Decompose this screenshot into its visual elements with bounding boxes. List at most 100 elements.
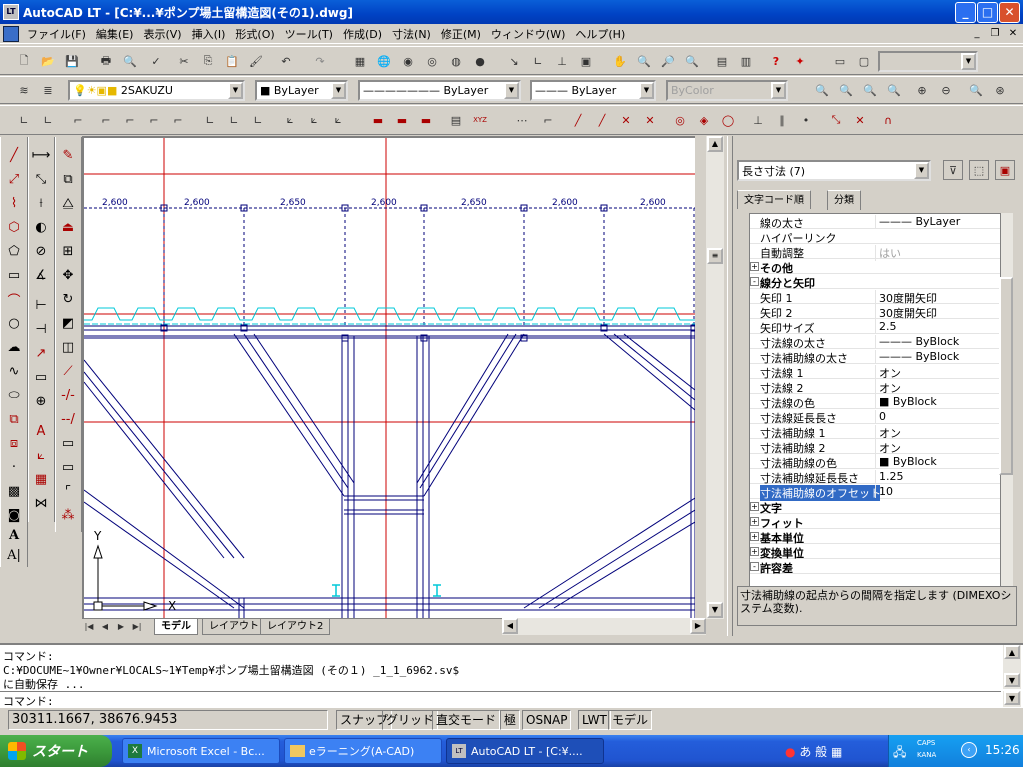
dim-angular-side-icon[interactable]: ∡: [30, 265, 52, 285]
property-value[interactable]: 1.25: [875, 470, 1000, 483]
polar-toggle[interactable]: 極: [500, 710, 521, 730]
menu-insert[interactable]: 挿入(I): [187, 26, 231, 42]
command-window[interactable]: コマンド: C:¥DOCUME~1¥Owner¥LOCALS~1¥Temp¥ポン…: [0, 643, 1023, 710]
property-row[interactable]: 線の太さ ——— ByLayer: [750, 214, 1000, 230]
zoom-scale-icon[interactable]: 🔍: [860, 80, 880, 100]
snap-tangent-icon[interactable]: ◯: [718, 110, 738, 130]
property-category[interactable]: + その他: [750, 259, 1000, 275]
tolerance-side-icon[interactable]: ▭: [30, 367, 52, 387]
property-category[interactable]: + フィット: [750, 514, 1000, 530]
menu-dimension[interactable]: 寸法(N): [387, 26, 436, 42]
dim-linear-icon[interactable]: ∟: [14, 110, 34, 130]
dim-textedit-icon[interactable]: ▬: [368, 110, 388, 130]
standard-combo[interactable]: ▼: [878, 51, 978, 72]
rectangle-icon[interactable]: ▭: [3, 265, 25, 285]
dim-leader-icon[interactable]: ∟: [248, 110, 268, 130]
dim-center-icon[interactable]: ⟀: [304, 110, 324, 130]
property-category[interactable]: + 文字: [750, 499, 1000, 515]
drawing-canvas[interactable]: 2,600 2,600 2,650 2,600 2,650 2,600 2,60…: [82, 136, 695, 618]
snap-quadrant-icon[interactable]: ◈: [694, 110, 714, 130]
expand-icon[interactable]: +: [750, 532, 759, 541]
cmd-scroll-up[interactable]: ▲: [1004, 645, 1020, 659]
property-row[interactable]: 寸法補助線延長長さ 1.25: [750, 469, 1000, 485]
save-icon[interactable]: 💾: [62, 51, 82, 71]
property-row[interactable]: 寸法補助線 1 オン: [750, 424, 1000, 441]
array-icon[interactable]: ⊞: [57, 241, 79, 261]
prompt-scrollbar[interactable]: ▼: [1003, 691, 1021, 707]
command-scrollbar[interactable]: ▲ ▼: [1003, 645, 1021, 689]
break-at-point-icon[interactable]: ▭: [57, 457, 79, 477]
construction-line-icon[interactable]: ⤢: [3, 169, 25, 189]
hatch-icon[interactable]: ▩: [3, 481, 25, 501]
dim-edit-icon[interactable]: ⟀: [328, 110, 348, 130]
doc-close-button[interactable]: ✕: [1006, 27, 1020, 41]
dimtedit-side-icon[interactable]: ⟀: [30, 445, 52, 465]
revcloud-icon[interactable]: ☁: [3, 337, 25, 357]
trim-icon[interactable]: -/-: [57, 385, 79, 405]
snap-node-icon[interactable]: •: [796, 110, 816, 130]
property-row[interactable]: 寸法線 2 オン: [750, 379, 1000, 396]
region-icon[interactable]: ◙: [3, 505, 25, 525]
ime-bar[interactable]: ● あ 般 ▦: [785, 743, 842, 760]
offset-icon[interactable]: ⏏: [57, 217, 79, 237]
paste-icon[interactable]: 📋: [222, 51, 242, 71]
snap-parallel-icon[interactable]: ∥: [772, 110, 792, 130]
line-icon[interactable]: ╱: [3, 145, 25, 165]
named-views-icon[interactable]: ▣: [576, 51, 596, 71]
title-bar[interactable]: LT AutoCAD LT - [C:¥...¥ポンプ場土留構造図(その1).d…: [0, 0, 1023, 24]
scroll-left-button[interactable]: ◀: [502, 618, 518, 634]
snap-none-icon[interactable]: ✕: [850, 110, 870, 130]
object-selector[interactable]: 長さ寸法 (7) ▼: [737, 160, 931, 181]
dim-baseline-icon[interactable]: ∟: [200, 110, 220, 130]
scroll-down-button[interactable]: ▼: [707, 602, 723, 618]
tab-alphabetic[interactable]: 文字コード順: [737, 190, 811, 209]
web-icon[interactable]: ◉: [398, 51, 418, 71]
dim-linear-side-icon[interactable]: ⟼: [30, 145, 52, 165]
menu-edit[interactable]: 編集(E): [91, 26, 139, 42]
copy-object-icon[interactable]: ⧉: [57, 169, 79, 189]
chamfer-icon[interactable]: ⌜: [57, 481, 79, 501]
snap-nearest-icon[interactable]: ⤡: [826, 110, 846, 130]
task-autocad[interactable]: LT AutoCAD LT - [C:¥....: [446, 738, 604, 764]
property-row[interactable]: 寸法補助線のオフセット 10: [750, 484, 1000, 501]
snap-perpendicular-icon[interactable]: ⊥: [748, 110, 768, 130]
expand-icon[interactable]: +: [750, 517, 759, 526]
property-value[interactable]: ■ ByBlock: [875, 395, 1000, 408]
rotate-icon[interactable]: ↻: [57, 289, 79, 309]
ucs-icon[interactable]: ∟: [528, 51, 548, 71]
print-icon[interactable]: 🖶: [96, 51, 116, 71]
leader-side-icon[interactable]: ↗: [30, 343, 52, 363]
dim-style-icon[interactable]: ▬: [416, 110, 436, 130]
zoom-extents-icon[interactable]: ⊛: [990, 80, 1010, 100]
autocad-app-icon[interactable]: LT: [3, 4, 19, 20]
ortho-toggle[interactable]: 直交モード: [432, 710, 501, 730]
polygon-icon[interactable]: ⬡: [3, 217, 25, 237]
property-row[interactable]: 矢印 1 30度開矢印: [750, 289, 1000, 306]
grid-toggle[interactable]: グリッド: [382, 710, 439, 730]
explode-icon[interactable]: ⁂: [57, 505, 79, 525]
doc-minimize-button[interactable]: _: [970, 27, 984, 41]
linetype-combo[interactable]: ——————— ByLayer ▼: [358, 80, 521, 101]
minimize-button[interactable]: _: [955, 2, 976, 23]
tab-first-icon[interactable]: |◀: [82, 619, 96, 633]
color-combo[interactable]: ■ ByLayer ▼: [255, 80, 348, 101]
property-row[interactable]: 寸法補助線の太さ ——— ByBlock: [750, 349, 1000, 365]
layout-icon[interactable]: ▭: [830, 51, 850, 71]
print-preview-icon[interactable]: 🔍: [120, 51, 140, 71]
snap-from-icon[interactable]: ↘: [504, 51, 524, 71]
maximize-button[interactable]: □: [977, 2, 998, 23]
polyline-icon[interactable]: ⌇: [3, 193, 25, 213]
cmd-scroll-down[interactable]: ▼: [1004, 673, 1020, 687]
dim-radius-side-icon[interactable]: ◐: [30, 217, 52, 237]
property-row[interactable]: 寸法線延長長さ 0: [750, 409, 1000, 425]
dim-baseline-side-icon[interactable]: ⊢: [30, 295, 52, 315]
move-icon[interactable]: ✥: [57, 265, 79, 285]
etransmit-icon[interactable]: ●: [470, 51, 490, 71]
drawing-horizontal-scrollbar[interactable]: ◀ ▶: [502, 618, 706, 635]
zoom-in-icon[interactable]: ⊕: [912, 80, 932, 100]
dim-aligned-side-icon[interactable]: ⤡: [30, 169, 52, 189]
mirror-icon[interactable]: ⧋: [57, 193, 79, 213]
snap-tracking-icon[interactable]: ⋯: [512, 110, 532, 130]
toggle-pickadd-icon[interactable]: ⊽: [943, 160, 963, 180]
collapse-icon[interactable]: -: [750, 277, 759, 286]
